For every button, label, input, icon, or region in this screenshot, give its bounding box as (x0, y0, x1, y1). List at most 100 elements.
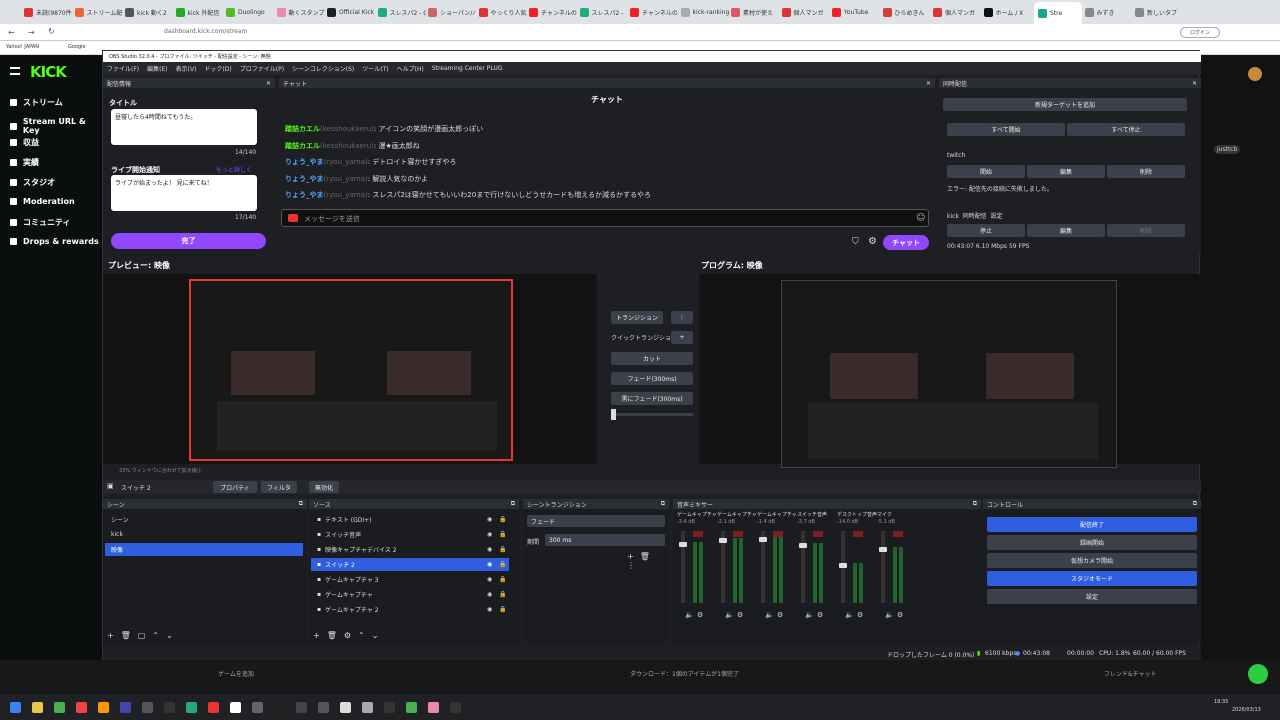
gear-icon[interactable]: ⚙ (737, 611, 743, 619)
kick-delete-button[interactable]: 削除 (1107, 224, 1185, 237)
eye-icon[interactable]: ◉ (487, 516, 492, 523)
eye-icon[interactable]: ◉ (487, 531, 492, 538)
chat-input[interactable]: メッセージを送信 ☺ (281, 209, 929, 227)
dock-menu-icon[interactable]: ⧉ (299, 500, 303, 508)
notify-input[interactable]: ライブが始まったよ！ 見に来てね！ (111, 175, 257, 211)
source-item[interactable]: ▪ ゲームキャプチャ 2 ◉ 🔒 (311, 603, 509, 616)
gear-icon[interactable]: ⚙ (697, 611, 703, 619)
mixer-fader-handle[interactable] (879, 546, 887, 552)
lock-icon[interactable]: 🔒 (499, 531, 506, 538)
kick-edit-button[interactable]: 編集 (1027, 224, 1105, 237)
speaker-icon[interactable]: 🔈 (845, 611, 854, 619)
username-chip[interactable]: justtcb (1214, 145, 1241, 154)
taskbar-app-icon[interactable] (32, 702, 43, 713)
source-item[interactable]: ▪ ゲームキャプチャ ◉ 🔒 (311, 588, 509, 601)
t-bar-handle[interactable] (611, 409, 616, 420)
properties-button[interactable]: プロパティ (213, 481, 257, 493)
chat-username[interactable]: 踏詰カエル (285, 125, 320, 133)
preview-source[interactable] (189, 279, 513, 461)
mixer-fader-handle[interactable] (799, 542, 807, 548)
speaker-icon[interactable]: 🔈 (805, 611, 814, 619)
chat-username[interactable]: りょう_やま (285, 158, 324, 166)
chat-username[interactable]: りょう_やま (285, 175, 324, 183)
twitch-start-button[interactable]: 開始 (947, 165, 1025, 178)
obs-menu-item[interactable]: シーンコレクション(S) (292, 64, 354, 73)
browser-tab[interactable]: 新しいタブ (1135, 4, 1183, 20)
taskbar-app-icon[interactable] (230, 702, 241, 713)
browser-tab[interactable]: Official Kick (327, 4, 375, 20)
forward-icon[interactable]: → (28, 28, 35, 37)
twitch-edit-button[interactable]: 編集 (1027, 165, 1105, 178)
kick-nav-item[interactable]: ストリーム (10, 97, 63, 108)
source-item[interactable]: ▪ 映像キャプチャデバイス 2 ◉ 🔒 (311, 543, 509, 556)
browser-tab[interactable]: ストリーム配信 (74, 4, 123, 20)
taskbar-app-icon[interactable] (384, 702, 395, 713)
browser-tab[interactable]: ショーパン/パ (428, 4, 476, 20)
fade-button[interactable]: フェード(300ms) (611, 372, 693, 385)
learn-more-link[interactable]: もっと詳しく (216, 165, 252, 174)
gear-icon[interactable]: ⚙ (817, 611, 823, 619)
control-button[interactable]: スタジオモード (987, 571, 1197, 586)
taskbar-app-icon[interactable] (142, 702, 153, 713)
kick-stop-button[interactable]: 停止 (947, 224, 1025, 237)
eye-icon[interactable]: ◉ (487, 576, 492, 583)
taskbar-app-icon[interactable] (296, 702, 307, 713)
scene-item[interactable]: kick (105, 528, 303, 541)
kick-nav-item[interactable]: Moderation (10, 197, 75, 206)
login-button[interactable]: ログイン (1180, 27, 1220, 38)
mixer-fader-track[interactable] (761, 531, 765, 603)
taskbar-app-icon[interactable] (76, 702, 87, 713)
kick-nav-item[interactable]: 収益 (10, 137, 39, 148)
cut-button[interactable]: カット (611, 352, 693, 365)
browser-tab[interactable]: Duolingo (226, 4, 274, 20)
obs-menu-item[interactable]: プロファイル(P) (240, 64, 284, 73)
emoji-icon[interactable]: ☺ (916, 213, 925, 223)
scene-item[interactable]: シーン (105, 513, 303, 526)
start-all-button[interactable]: すべて開始 (947, 123, 1065, 136)
twitch-delete-button[interactable]: 削除 (1107, 165, 1185, 178)
lock-icon[interactable]: 🔒 (499, 561, 506, 568)
black-fade-button[interactable]: 黒にフェード(300ms) (611, 392, 693, 405)
kick-settings-label[interactable]: 設定 (991, 213, 1003, 220)
obs-menu-item[interactable]: ファイル(F) (107, 64, 139, 73)
t-bar[interactable] (611, 409, 693, 420)
bookmark-google[interactable]: Google (68, 44, 86, 50)
lock-icon[interactable]: 🔒 (499, 546, 506, 553)
taskbar-app-icon[interactable] (274, 702, 285, 713)
obs-menu-item[interactable]: 編集(E) (147, 64, 167, 73)
taskbar-app-icon[interactable] (120, 702, 131, 713)
lock-icon[interactable]: 🔒 (499, 576, 506, 583)
browser-tab[interactable]: みずき (1084, 4, 1133, 20)
browser-tab[interactable]: ひらめきん (882, 4, 931, 20)
mixer-fader-handle[interactable] (679, 541, 687, 547)
browser-tab[interactable]: YouTube (832, 4, 880, 20)
lock-icon[interactable]: 🔒 (499, 516, 506, 523)
close-icon[interactable]: ✕ (266, 80, 271, 87)
browser-tab[interactable]: チャンネルの (529, 4, 577, 20)
dock-menu-icon[interactable]: ⧉ (511, 500, 515, 508)
browser-tab[interactable]: 個人マンガ (933, 4, 981, 20)
bookmark-yahoo[interactable]: Yahoo! JAPAN (6, 44, 39, 50)
source-item[interactable]: ▪ スイッチ 2 ◉ 🔒 (311, 558, 509, 571)
browser-tab[interactable]: スレスパ2 - (579, 4, 628, 20)
gear-icon[interactable]: ⚙ (857, 611, 863, 619)
avatar[interactable] (1248, 67, 1262, 81)
browser-tab[interactable]: kick 外配信 (175, 4, 224, 20)
eye-icon[interactable]: ◉ (487, 546, 492, 553)
mixer-fader-track[interactable] (801, 531, 805, 603)
browser-tab[interactable]: 動くスタンプ (276, 4, 325, 20)
lock-icon[interactable]: 🔒 (499, 591, 506, 598)
obs-menu-item[interactable]: 表示(V) (176, 64, 197, 73)
sources-toolbar[interactable]: +🗑⚙⌃⌄ (313, 631, 385, 640)
speaker-icon[interactable]: 🔈 (725, 611, 734, 619)
browser-tab[interactable]: やっくり人気 (478, 4, 527, 20)
speaker-icon[interactable]: 🔈 (685, 611, 694, 619)
eye-icon[interactable]: ◉ (487, 606, 492, 613)
eye-icon[interactable]: ◉ (487, 561, 492, 568)
title-input[interactable]: 昼寝したら4時間ねてもうた。 (111, 109, 257, 145)
transition-menu-icon[interactable]: ⋮ (671, 311, 693, 324)
menu-icon[interactable] (10, 67, 20, 75)
eye-icon[interactable]: ◉ (487, 591, 492, 598)
shield-icon[interactable]: ⛉ (852, 237, 859, 247)
chat-username[interactable]: りょう_やま (285, 191, 324, 199)
